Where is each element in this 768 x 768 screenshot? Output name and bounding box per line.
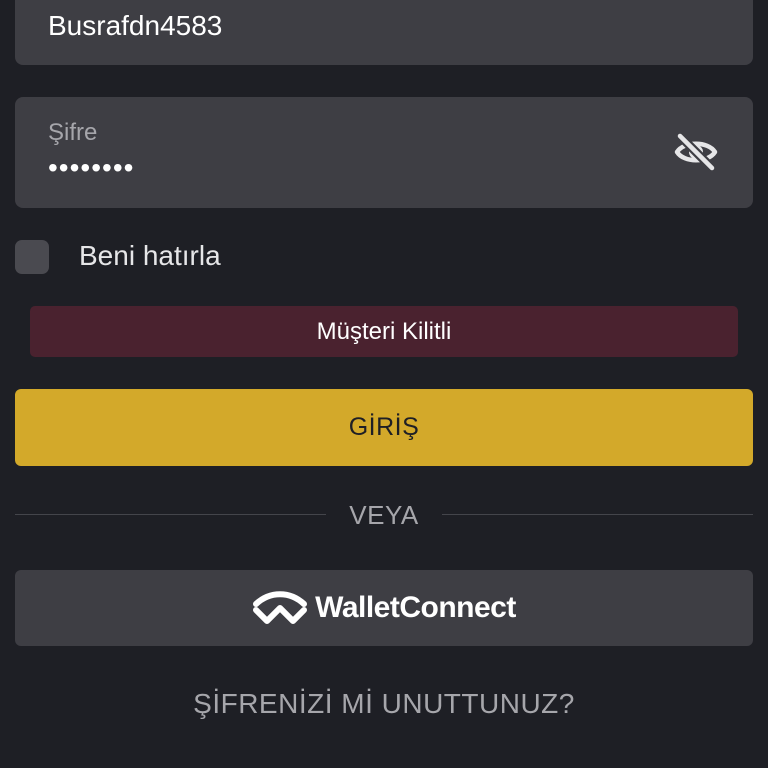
login-button-label: GİRİŞ <box>348 413 420 441</box>
login-button[interactable]: GİRİŞ <box>15 389 753 466</box>
divider-line-left <box>15 514 326 515</box>
walletconnect-icon <box>253 591 308 624</box>
walletconnect-label: WalletConnect <box>315 591 516 624</box>
divider-text: VEYA <box>349 500 419 530</box>
walletconnect-button[interactable]: WalletConnect <box>15 570 753 646</box>
divider-line-right <box>442 514 753 515</box>
account-locked-alert: Müşteri Kilitli <box>30 306 738 357</box>
password-label: Şifre <box>48 119 98 146</box>
forgot-password-link[interactable]: ŞİFRENİZİ Mİ UNUTTUNUZ? <box>0 688 768 720</box>
username-value: Busrafdn4583 <box>48 10 223 41</box>
password-field[interactable]: Şifre •••••••• <box>15 97 753 208</box>
remember-label[interactable]: Beni hatırla <box>79 240 221 272</box>
alert-text: Müşteri Kilitli <box>316 317 452 345</box>
remember-checkbox[interactable] <box>15 240 49 274</box>
username-field[interactable]: Busrafdn4583 <box>15 0 753 65</box>
password-value: •••••••• <box>48 152 135 183</box>
eye-off-icon[interactable] <box>674 133 718 171</box>
